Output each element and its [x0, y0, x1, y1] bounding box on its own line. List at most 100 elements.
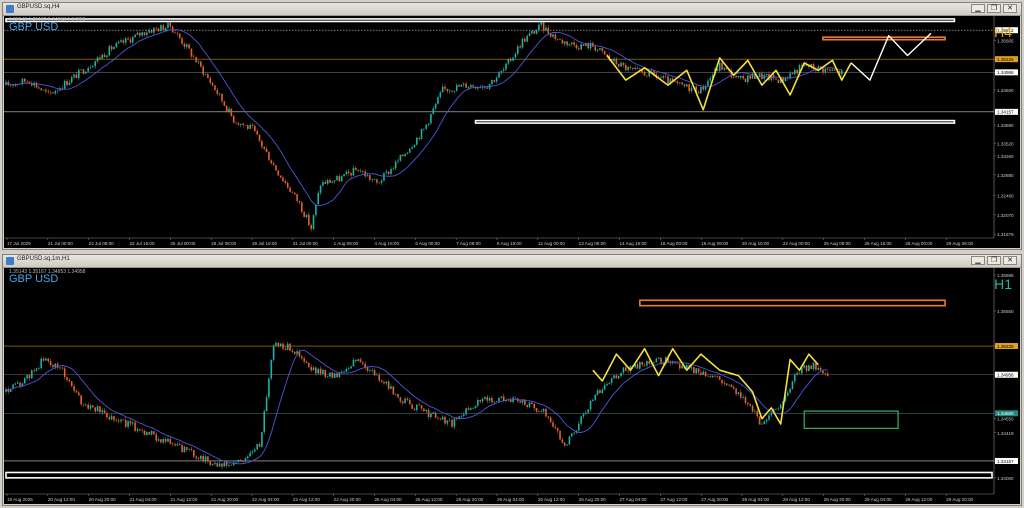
close-button[interactable]: ✕	[1003, 256, 1017, 265]
candle	[603, 50, 606, 55]
candle-body	[735, 388, 737, 395]
candle-body	[690, 367, 693, 369]
candle-body	[56, 90, 59, 92]
candle-body	[599, 390, 601, 393]
candle	[235, 461, 237, 463]
close-button[interactable]: ✕	[1003, 4, 1017, 13]
candle	[369, 368, 371, 373]
candle	[596, 49, 599, 53]
candle	[296, 193, 298, 203]
h1-titlebar[interactable]: GBPUSD.sq,1m,H1 ▁ ❐ ✕	[3, 255, 1021, 268]
candle	[106, 410, 108, 420]
candle-body	[66, 80, 68, 86]
candle	[636, 361, 639, 369]
candle	[756, 408, 759, 419]
candle-body	[559, 430, 561, 440]
candle	[317, 190, 320, 205]
candle-body	[561, 39, 564, 44]
candle-body	[77, 69, 80, 79]
candle	[765, 73, 768, 77]
candle	[387, 379, 390, 391]
candle-body	[704, 371, 707, 377]
candle-body	[92, 66, 94, 68]
candle	[805, 365, 808, 374]
candle-body	[833, 69, 836, 71]
candle-body	[826, 68, 829, 70]
time-tick-label: 13 Aug 08:00	[579, 241, 607, 246]
candle	[153, 431, 155, 436]
candle	[5, 386, 7, 395]
candle	[242, 461, 244, 463]
candle-body	[603, 385, 606, 390]
candle-body	[277, 170, 280, 176]
candle-body	[655, 358, 658, 363]
candle-body	[840, 70, 843, 75]
candle	[794, 373, 796, 384]
candle-body	[134, 34, 136, 37]
minimize-button[interactable]: ▁	[971, 256, 985, 265]
candle-body	[723, 383, 726, 384]
candle	[101, 407, 104, 415]
candle	[669, 360, 672, 366]
minimize-button[interactable]: ▁	[971, 4, 985, 13]
candle-body	[174, 32, 176, 34]
h4-titlebar[interactable]: GBPUSD.sq,H4 ▁ ❐ ✕	[3, 3, 1021, 16]
candle	[310, 223, 312, 232]
candle-body	[207, 74, 209, 79]
candle	[124, 37, 127, 46]
candle	[462, 81, 465, 88]
h1-chart-area[interactable]: 1.358851.355501.352251.349581.345501.344…	[4, 268, 1020, 504]
candle-body	[653, 362, 655, 363]
candle-body	[87, 68, 89, 72]
restore-button[interactable]: ❐	[987, 4, 1001, 13]
candle	[826, 371, 829, 377]
candle	[23, 377, 26, 385]
candle	[359, 168, 362, 173]
candle-body	[225, 462, 228, 466]
candle-body	[587, 409, 590, 413]
h4-chart-window[interactable]: GBPUSD.sq,H4 ▁ ❐ ✕ 1.358121.356051.35225…	[2, 2, 1022, 250]
candle-body	[291, 350, 294, 352]
candle-body	[129, 39, 132, 43]
candle-body	[68, 82, 71, 86]
candle-body	[481, 398, 484, 402]
candle	[345, 169, 348, 177]
h1-chart-window[interactable]: GBPUSD.sq,1m,H1 ▁ ❐ ✕ 1.358851.355501.35…	[2, 254, 1022, 506]
candle-body	[646, 360, 648, 366]
h4-chart-area[interactable]: 1.358121.356051.352251.349581.346001.341…	[4, 16, 1020, 248]
candle-body	[268, 378, 270, 398]
candle-body	[559, 39, 561, 40]
candle	[200, 60, 202, 69]
price-tick-label: 1.32460	[997, 194, 1014, 199]
candle	[420, 405, 423, 412]
candle	[643, 69, 646, 76]
candle-body	[28, 374, 31, 379]
candle-body	[674, 81, 676, 83]
candle-body	[369, 370, 371, 371]
chart-app-icon	[6, 5, 14, 13]
candle	[87, 402, 89, 410]
candle	[94, 60, 97, 69]
candle-body	[749, 75, 751, 79]
candle	[624, 365, 627, 372]
candle-body	[413, 144, 416, 148]
restore-button[interactable]: ❐	[987, 256, 1001, 265]
candle	[343, 369, 345, 373]
candle	[629, 64, 632, 70]
candle	[397, 158, 399, 164]
candle-body	[73, 74, 75, 78]
candle-body	[340, 371, 343, 373]
candle	[136, 31, 139, 35]
candle	[286, 181, 289, 189]
candle	[448, 418, 451, 422]
candle-body	[451, 90, 453, 92]
candle	[70, 75, 73, 84]
candle-body	[622, 367, 625, 373]
candle	[411, 403, 413, 410]
candle-body	[110, 46, 113, 50]
candle	[216, 462, 219, 468]
time-tick-label: 20 Aug 16:00	[742, 241, 770, 246]
candle	[237, 459, 240, 464]
candle	[42, 356, 45, 362]
candle-body	[308, 362, 310, 367]
